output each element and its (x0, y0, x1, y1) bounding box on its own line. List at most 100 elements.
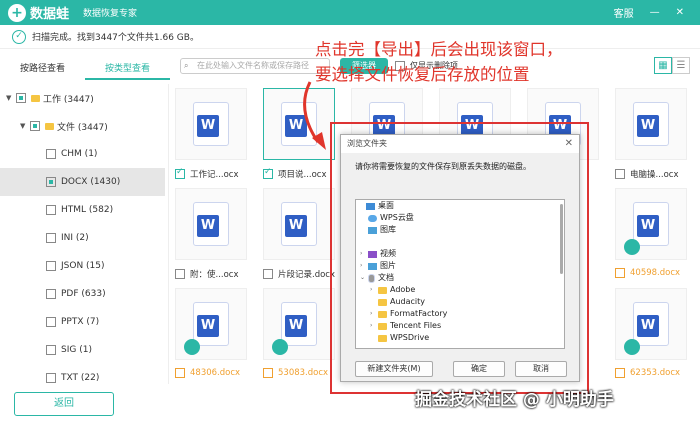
file-checkbox[interactable] (175, 368, 185, 378)
tree-checkbox[interactable] (46, 373, 56, 383)
folder-tree-scrollbar[interactable] (560, 204, 563, 274)
tree-checkbox[interactable] (30, 121, 40, 131)
grid-view-icon[interactable]: ▦ (654, 57, 672, 74)
folder-blurred-1[interactable] (356, 236, 564, 248)
minimize-icon[interactable]: — (650, 7, 660, 18)
tree-checkbox[interactable] (46, 177, 56, 187)
back-button[interactable]: 返回 (14, 392, 114, 416)
tree-checkbox[interactable] (46, 317, 56, 327)
tree-node-chm[interactable]: CHM (1) (0, 140, 165, 168)
tree-label: PPTX (7) (61, 317, 100, 327)
folder-label: Adobe (390, 285, 416, 294)
file-name: 53083.docx (278, 368, 329, 378)
expand-arrow-icon[interactable]: › (360, 248, 368, 260)
folder-label: Tencent Files (390, 321, 442, 330)
tab-by-type[interactable]: 按类型查看 (85, 58, 170, 80)
cloud-icon (368, 214, 377, 222)
search-icon: ⌕ (184, 61, 189, 70)
tree-checkbox[interactable] (46, 261, 56, 271)
collapse-arrow-icon[interactable]: ⌄ (360, 272, 368, 284)
tree-node-pdf[interactable]: PDF (633) (0, 280, 165, 308)
folder-adobe[interactable]: › Adobe (356, 284, 564, 296)
file-thumbnail[interactable]: W (263, 288, 335, 360)
expand-arrow-icon[interactable]: › (360, 260, 368, 272)
file-checkbox[interactable] (175, 167, 185, 179)
file-checkbox[interactable] (615, 368, 625, 378)
file-checkbox[interactable] (263, 368, 273, 378)
file-caption[interactable]: 48306.docx (175, 368, 255, 378)
tree-node-pptx[interactable]: PPTX (7) (0, 308, 165, 336)
tree-label: SIG (1) (61, 345, 92, 355)
expand-arrow-icon[interactable]: ▼ (6, 94, 16, 102)
folder-tree[interactable]: 桌面 WPS云盘 图库 › 视频 › 图片 ⌄ 文档 › Adobe Audacity … (355, 199, 565, 349)
app-logo: + 数据蛙 (8, 3, 69, 22)
tree-node-sig[interactable]: SIG (1) (0, 336, 165, 364)
file-checkbox[interactable] (263, 269, 273, 279)
expand-arrow-icon[interactable]: › (370, 320, 378, 332)
tree-checkbox[interactable] (46, 205, 56, 215)
tree-checkbox[interactable] (46, 233, 56, 243)
file-checkbox[interactable] (615, 268, 625, 278)
file-checkbox[interactable] (615, 169, 625, 179)
folder-documents[interactable]: ⌄ 文档 (356, 272, 564, 284)
word-doc-icon: W (184, 302, 229, 355)
folder-wpsdrive[interactable]: WPSDrive (356, 332, 564, 344)
folder-tencent-files[interactable]: › Tencent Files (356, 320, 564, 332)
file-thumbnail[interactable]: W (615, 188, 687, 260)
gallery-icon (368, 226, 377, 234)
file-thumbnail[interactable]: W (615, 88, 687, 160)
dialog-close-icon[interactable]: ✕ (565, 135, 573, 153)
folder-video[interactable]: › 视频 (356, 248, 564, 260)
folder-label: 图片 (380, 261, 396, 270)
expand-arrow-icon[interactable]: › (370, 308, 378, 320)
tree-node-txt[interactable]: TXT (22) (0, 364, 165, 392)
dialog-message: 请你将需要恢复的文件保存到原丢失数据的磁盘。 (355, 162, 531, 171)
tab-by-path[interactable]: 按路径查看 (0, 58, 85, 80)
file-caption[interactable]: 电脑操...ocx (615, 168, 695, 180)
tree-node-html[interactable]: HTML (582) (0, 196, 165, 224)
ok-button[interactable]: 确定 (453, 361, 505, 377)
tree-label: HTML (582) (61, 205, 114, 215)
cancel-button[interactable]: 取消 (515, 361, 567, 377)
tree-node-files[interactable]: ▼ 文件 (3447) (0, 112, 165, 140)
file-thumbnail[interactable]: W (615, 288, 687, 360)
file-caption[interactable]: 工作记...ocx (175, 167, 255, 180)
file-thumbnail[interactable]: W (175, 288, 247, 360)
tree-node-work[interactable]: ▼ 工作 (3447) (0, 84, 165, 112)
search-input[interactable]: ⌕ 在此处输入文件名称或保存路径 (180, 58, 330, 74)
tree-checkbox[interactable] (16, 93, 26, 103)
file-checkbox[interactable] (175, 269, 185, 279)
file-thumbnail[interactable]: W (175, 188, 247, 260)
tree-checkbox[interactable] (46, 149, 56, 159)
folder-gallery[interactable]: 图库 (356, 224, 564, 236)
folder-wps-cloud[interactable]: WPS云盘 (356, 212, 564, 224)
tree-node-json[interactable]: JSON (15) (0, 252, 165, 280)
tree-label: 文件 (3447) (57, 122, 108, 133)
file-thumbnail[interactable]: W (263, 188, 335, 260)
tree-label: CHM (1) (61, 149, 98, 159)
file-checkbox[interactable] (263, 167, 273, 179)
tree-checkbox[interactable] (46, 289, 56, 299)
folder-icon (378, 298, 387, 306)
support-button[interactable]: 客服 (614, 5, 634, 20)
pictures-icon (368, 262, 377, 270)
view-tabs: 按路径查看 按类型查看 (0, 58, 170, 80)
folder-audacity[interactable]: Audacity (356, 296, 564, 308)
tree-checkbox[interactable] (46, 345, 56, 355)
app-name: 数据蛙 (30, 7, 70, 22)
watermark-text: 掘金技术社区 @ 小明助手 (415, 390, 614, 410)
folder-pictures[interactable]: › 图片 (356, 260, 564, 272)
file-caption[interactable]: 62353.docx (615, 368, 695, 378)
tree-node-ini[interactable]: INI (2) (0, 224, 165, 252)
expand-arrow-icon[interactable]: ▼ (20, 122, 30, 130)
tree-node-docx[interactable]: DOCX (1430) (0, 168, 165, 196)
folder-desktop[interactable]: 桌面 (356, 200, 564, 212)
close-icon[interactable]: ✕ (676, 7, 684, 18)
file-caption[interactable]: 附：使...ocx (175, 268, 255, 280)
folder-formatfactory[interactable]: › FormatFactory (356, 308, 564, 320)
file-caption[interactable]: 40598.docx (615, 268, 695, 278)
list-view-icon[interactable]: ☰ (672, 57, 690, 74)
file-thumbnail[interactable]: W (175, 88, 247, 160)
expand-arrow-icon[interactable]: › (370, 284, 378, 296)
new-folder-button[interactable]: 新建文件夹(M) (355, 361, 433, 377)
